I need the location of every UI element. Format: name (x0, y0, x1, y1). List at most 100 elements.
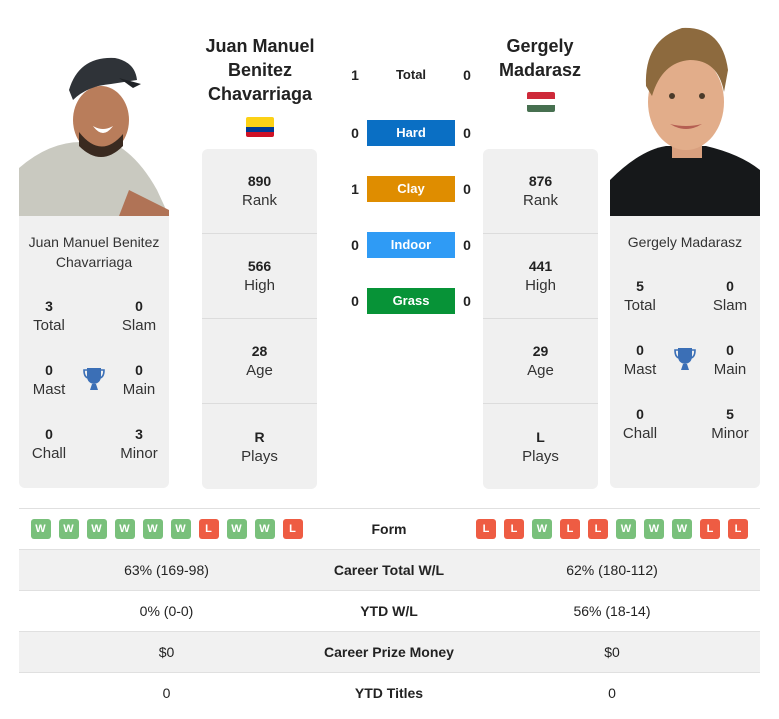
title-label: Slam (712, 297, 748, 314)
form-win-badge[interactable]: W (58, 519, 79, 539)
stat-label: High (525, 277, 556, 294)
form-win-badge[interactable]: W (616, 519, 636, 539)
form-row: WWWWWWLWWL Form LLWLLWWWLL (19, 508, 760, 549)
hungary-flag-icon (527, 92, 555, 112)
title-label: Main (122, 381, 156, 398)
player2-age: 29 Age (483, 319, 598, 404)
form-win-badge[interactable]: W (672, 519, 692, 539)
player1-titles-slam: 0 Slam (109, 296, 169, 336)
player2-high: 441 High (483, 234, 598, 319)
player1-titles-total: 3 Total (19, 296, 79, 336)
title-label: Total (624, 297, 656, 314)
form-win-badge[interactable]: W (30, 519, 51, 539)
h2h-p1-count: 0 (351, 125, 359, 141)
player1-titles-minor: 3 Minor (109, 424, 169, 464)
player1-card-name[interactable]: Juan Manuel Benitez Chavarriaga (19, 232, 169, 272)
title-label: Minor (120, 445, 158, 462)
form-win-badge[interactable]: W (114, 519, 135, 539)
h2h-surface-label: Total (395, 67, 427, 82)
h2h-hard: 0 Hard 0 (340, 120, 480, 146)
title-value: 5 (726, 406, 734, 422)
player2-stats: 876 Rank 441 High 29 Age L Plays (483, 149, 598, 489)
card-name-line: Gergely Madarasz (627, 234, 743, 250)
form-loss-badge[interactable]: L (700, 519, 720, 539)
row-label: YTD W/L (360, 603, 418, 619)
player2-titles-chall: 0 Chall (610, 404, 670, 444)
player1-name[interactable]: Juan Manuel Benitez Chavarriaga (190, 34, 330, 106)
card-name-line: Juan Manuel Benitez (28, 234, 160, 250)
player2-photo (610, 20, 760, 216)
form-label: Form (371, 521, 407, 537)
stat-label: Plays (241, 447, 278, 465)
player2-titles-slam: 0 Slam (700, 276, 760, 316)
player2-card-name[interactable]: Gergely Madarasz (610, 232, 760, 252)
stat-value: 876 (528, 173, 553, 189)
h2h-surface-grass[interactable]: Grass (367, 288, 455, 314)
player2-titles-total: 5 Total (610, 276, 670, 316)
form-win-badge[interactable]: W (532, 519, 552, 539)
player2-name-line: Gergely (506, 36, 574, 56)
player1-value: 63% (169-98) (124, 562, 209, 578)
form-loss-badge[interactable]: L (504, 519, 524, 539)
h2h-p1-count: 1 (351, 67, 359, 83)
form-win-badge[interactable]: W (86, 519, 107, 539)
title-value: 0 (636, 342, 644, 358)
player2-titles-mast: 0 Mast (610, 340, 670, 380)
title-value: 0 (135, 362, 143, 378)
title-label: Minor (711, 425, 749, 442)
player1-value: $0 (158, 644, 175, 660)
form-win-badge[interactable]: W (644, 519, 664, 539)
h2h-p2-count: 0 (463, 293, 471, 309)
h2h-p2-count: 0 (463, 237, 471, 253)
title-label: Chall (31, 445, 67, 462)
player2-name[interactable]: Gergely Madarasz (470, 34, 610, 82)
player1-photo (19, 50, 169, 216)
stat-label: Rank (241, 192, 278, 209)
h2h-p2-count: 0 (463, 125, 471, 141)
player1-rank: 890 Rank (202, 149, 317, 234)
h2h-surface-indoor[interactable]: Indoor (367, 232, 455, 258)
title-label: Total (33, 317, 65, 334)
player1-titles-mast: 0 Mast (19, 360, 79, 400)
stat-label: Plays (522, 447, 559, 465)
player1-high: 566 High (202, 234, 317, 319)
form-win-badge[interactable]: W (254, 519, 275, 539)
title-value: 3 (135, 426, 143, 442)
player2-value: 62% (180-112) (566, 562, 658, 578)
comparison-table: WWWWWWLWWL Form LLWLLWWWLL 63% (169-98) … (19, 508, 760, 713)
form-win-badge[interactable]: W (142, 519, 163, 539)
form-loss-badge[interactable]: L (588, 519, 608, 539)
title-label: Mast (32, 381, 66, 398)
form-win-badge[interactable]: W (226, 519, 247, 539)
player2-titles-main: 0 Main (700, 340, 760, 380)
form-loss-badge[interactable]: L (560, 519, 580, 539)
form-win-badge[interactable]: W (170, 519, 191, 539)
player1-plays: R Plays (202, 404, 317, 489)
title-value: 0 (45, 426, 53, 442)
player1-titles-card: Juan Manuel Benitez Chavarriaga 3 Total … (19, 216, 169, 488)
row-label: Career Total W/L (333, 562, 445, 578)
form-loss-badge[interactable]: L (282, 519, 303, 539)
table-row: 0 YTD Titles 0 (19, 672, 760, 713)
form-loss-badge[interactable]: L (476, 519, 496, 539)
player1-stats: 890 Rank 566 High 28 Age R Plays (202, 149, 317, 489)
player1-titles-main: 0 Main (109, 360, 169, 400)
player1-titles-chall: 0 Chall (19, 424, 79, 464)
player2-name-line: Madarasz (498, 60, 582, 80)
h2h-clay: 1 Clay 0 (340, 176, 480, 202)
stat-value: R (254, 428, 265, 445)
h2h-surface-hard[interactable]: Hard (367, 120, 455, 146)
h2h-indoor: 0 Indoor 0 (340, 232, 480, 258)
colombia-flag-icon (246, 117, 274, 137)
form-loss-badge[interactable]: L (198, 519, 219, 539)
stat-value: 441 (528, 258, 553, 274)
table-row: 63% (169-98) Career Total W/L 62% (180-1… (19, 549, 760, 590)
form-loss-badge[interactable]: L (728, 519, 748, 539)
h2h-p2-count: 0 (463, 67, 471, 83)
title-value: 3 (45, 298, 53, 314)
stat-value: L (536, 428, 545, 445)
h2h-surface-clay[interactable]: Clay (367, 176, 455, 202)
title-label: Mast (623, 361, 657, 378)
player1-name-line: Juan Manuel (205, 36, 315, 56)
player2-form: LLWLLWWWLL (464, 519, 760, 539)
